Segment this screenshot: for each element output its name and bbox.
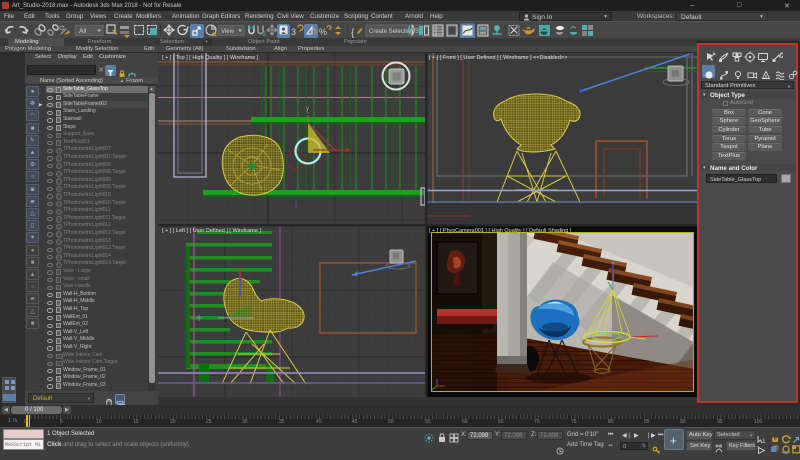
svg-text:All: All — [79, 28, 87, 35]
svg-text:Create Selection Se: Create Selection Se — [369, 29, 423, 35]
svg-text:y: y — [306, 106, 309, 112]
svg-text:%: % — [319, 27, 327, 37]
svg-text:View: View — [221, 29, 235, 35]
svg-text:3: 3 — [291, 27, 296, 37]
svg-text:3: 3 — [262, 31, 266, 38]
